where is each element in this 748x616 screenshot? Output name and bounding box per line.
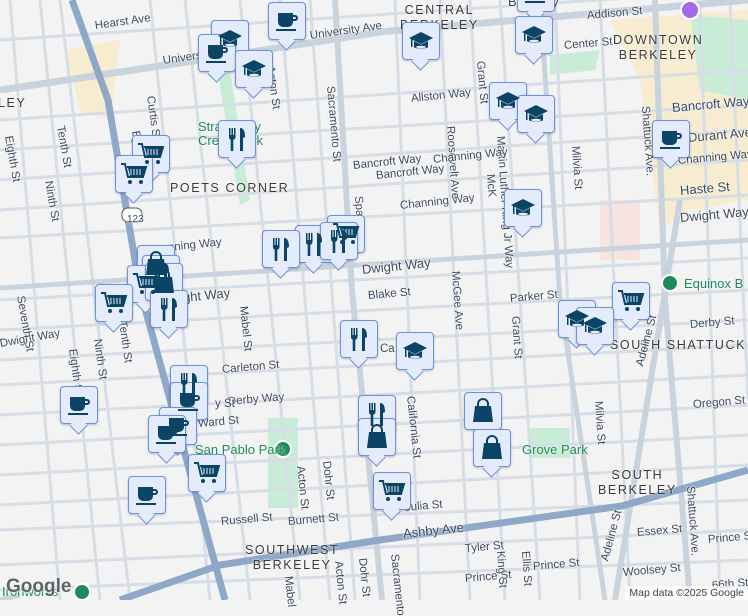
restaurant-marker[interactable] bbox=[320, 222, 358, 260]
grocery-marker[interactable] bbox=[115, 155, 153, 193]
restaurant-icon bbox=[223, 125, 251, 153]
school-icon bbox=[509, 194, 537, 222]
restaurant-marker[interactable] bbox=[340, 320, 378, 358]
street-label: y St bbox=[215, 398, 235, 410]
shopping-marker[interactable] bbox=[358, 418, 396, 456]
street-label: Ca bbox=[380, 343, 395, 355]
street-label: Ellis St bbox=[519, 550, 534, 587]
school-marker[interactable] bbox=[235, 50, 273, 88]
grocery-marker[interactable] bbox=[95, 284, 133, 322]
school-icon bbox=[494, 87, 522, 115]
grocery-marker[interactable] bbox=[188, 454, 226, 492]
coffee-icon bbox=[153, 420, 181, 448]
restaurant-icon bbox=[325, 227, 353, 255]
shopping-icon bbox=[478, 434, 506, 462]
school-marker[interactable] bbox=[402, 22, 440, 60]
school-marker[interactable] bbox=[396, 332, 434, 370]
shopping-icon bbox=[150, 268, 178, 296]
neighborhood-downtown-berkeley: DOWNTOWN BERKELEY bbox=[613, 33, 704, 62]
coffee-icon bbox=[133, 481, 161, 509]
school-marker[interactable] bbox=[517, 95, 555, 133]
neighborhood-poets-corner: POETS CORNER bbox=[170, 181, 290, 195]
park-grove: Grove Park bbox=[522, 442, 588, 457]
restaurant-marker[interactable] bbox=[218, 120, 256, 158]
street-label: McK bbox=[484, 173, 498, 198]
coffee-icon bbox=[657, 125, 685, 153]
school-icon bbox=[522, 100, 550, 128]
grocery-marker[interactable] bbox=[612, 282, 650, 320]
coffee-icon bbox=[203, 39, 231, 67]
school-icon bbox=[520, 21, 548, 49]
shopping-icon bbox=[469, 397, 497, 425]
coffee-marker[interactable] bbox=[268, 2, 306, 40]
coffee-icon bbox=[175, 387, 203, 415]
coffee-icon bbox=[65, 391, 93, 419]
restaurant-marker[interactable] bbox=[262, 230, 300, 268]
grocery-icon bbox=[100, 289, 128, 317]
shopping-marker[interactable] bbox=[464, 392, 502, 430]
map-attribution[interactable]: Map data ©2025 Google bbox=[625, 586, 748, 600]
shopping-icon bbox=[363, 423, 391, 451]
neighborhood-southwest-berkeley: SOUTHWEST BERKELEY bbox=[245, 543, 340, 572]
neighborhood-south-berkeley: SOUTH BERKELEY bbox=[598, 468, 677, 497]
coffee-marker[interactable] bbox=[652, 120, 690, 158]
coffee-icon bbox=[273, 7, 301, 35]
route-123-label: 123 bbox=[127, 214, 144, 225]
grocery-icon bbox=[193, 459, 221, 487]
google-logo: Google bbox=[6, 576, 72, 597]
coffee-icon bbox=[522, 0, 550, 7]
coffee-marker[interactable] bbox=[517, 0, 555, 12]
shopping-marker[interactable] bbox=[473, 429, 511, 467]
school-marker[interactable] bbox=[576, 307, 614, 345]
restaurant-icon bbox=[267, 235, 295, 263]
neighborhood-south-shattuck: SOUTH SHATTUCK bbox=[610, 338, 747, 352]
coffee-marker[interactable] bbox=[60, 386, 98, 424]
school-icon bbox=[401, 337, 429, 365]
grocery-icon bbox=[378, 477, 406, 505]
coffee-marker[interactable] bbox=[148, 415, 186, 453]
restaurant-icon bbox=[155, 295, 183, 323]
restaurant-marker[interactable] bbox=[150, 290, 188, 328]
school-icon bbox=[581, 312, 609, 340]
restaurant-icon bbox=[345, 325, 373, 353]
school-marker[interactable] bbox=[504, 189, 542, 227]
school-icon bbox=[240, 55, 268, 83]
restaurant-icon bbox=[300, 230, 328, 258]
neighborhood-cut-label: LEY bbox=[0, 96, 27, 110]
coffee-marker[interactable] bbox=[128, 476, 166, 514]
grocery-icon bbox=[120, 160, 148, 188]
grocery-marker[interactable] bbox=[373, 472, 411, 510]
coffee-marker[interactable] bbox=[198, 34, 236, 72]
grocery-icon bbox=[617, 287, 645, 315]
school-icon bbox=[407, 27, 435, 55]
school-marker[interactable] bbox=[515, 16, 553, 54]
place-equinox: Equinox B bbox=[684, 276, 744, 291]
